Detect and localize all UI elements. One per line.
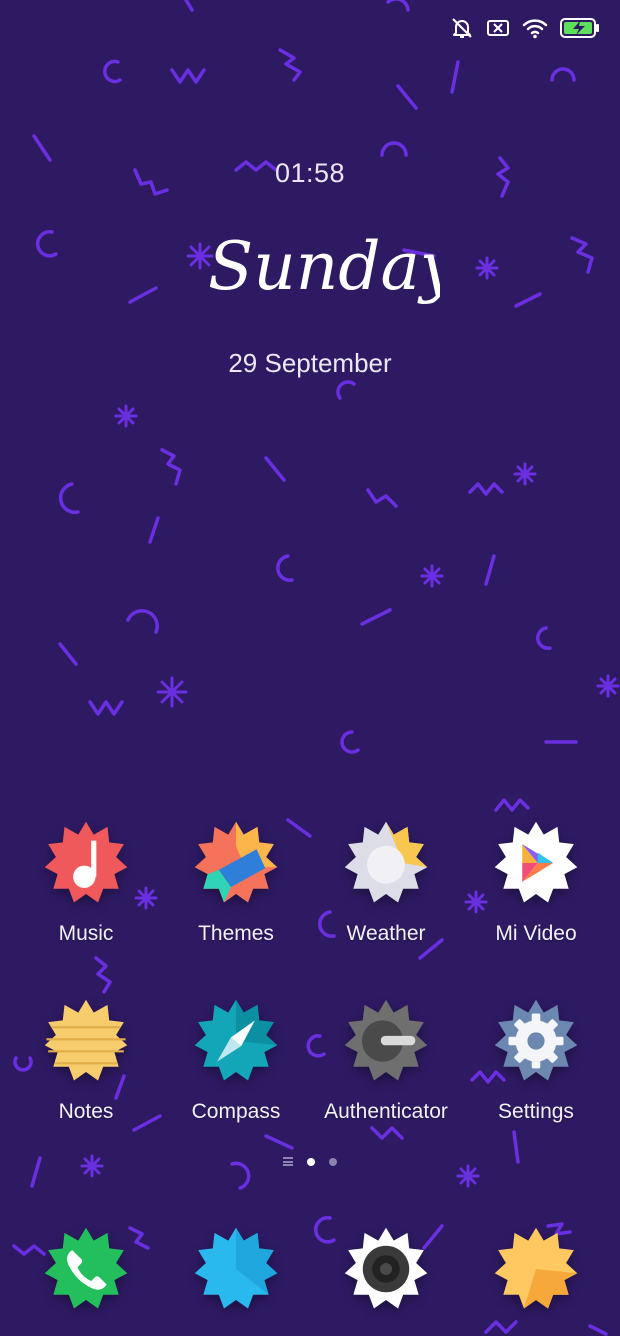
battery-charging-icon (560, 18, 599, 38)
app-label: Authenticator (324, 1100, 448, 1123)
wifi-icon (522, 19, 548, 39)
authenticator-icon (344, 999, 428, 1081)
dock-messaging[interactable] (161, 1226, 311, 1326)
mute-icon (452, 18, 472, 38)
music-icon (44, 821, 128, 903)
phone-icon (44, 1227, 128, 1309)
browser-icon (494, 1227, 578, 1309)
sim-off-icon (487, 20, 509, 36)
app-compass[interactable]: Compass (161, 998, 311, 1148)
app-weather[interactable]: Weather (311, 820, 461, 970)
compass-icon (194, 999, 278, 1081)
themes-icon (194, 821, 278, 903)
clock-date[interactable]: 29 September (0, 348, 620, 379)
app-label: Weather (346, 922, 426, 945)
app-label: Mi Video (495, 922, 577, 945)
app-drawer-indicator-icon[interactable] (283, 1157, 293, 1166)
app-authenticator[interactable]: Authenticator (311, 998, 461, 1148)
app-label: Themes (198, 922, 274, 945)
app-label: Settings (498, 1100, 574, 1123)
app-music[interactable]: Music (11, 820, 161, 970)
page-dot[interactable] (329, 1157, 337, 1166)
page-indicator[interactable] (0, 1157, 620, 1166)
notes-icon (44, 999, 128, 1081)
app-mi-video[interactable]: Mi Video (461, 820, 611, 970)
dock-browser[interactable] (461, 1226, 611, 1326)
app-settings[interactable]: Settings (461, 998, 611, 1148)
mi-video-icon (494, 821, 578, 903)
app-label: Music (58, 922, 114, 945)
dock-camera[interactable] (311, 1226, 461, 1326)
camera-icon (344, 1227, 428, 1309)
page-dot-active[interactable] (307, 1157, 315, 1166)
status-bar (450, 14, 600, 42)
dock-phone[interactable] (11, 1226, 161, 1326)
settings-icon (494, 999, 578, 1081)
svg-text:Sunday: Sunday (208, 228, 440, 305)
weather-icon (344, 821, 428, 903)
app-themes[interactable]: Themes (161, 820, 311, 970)
app-label: Compass (191, 1100, 281, 1123)
app-label: Notes (58, 1100, 114, 1123)
messaging-icon (194, 1227, 278, 1309)
day-script-text: Sunday (208, 228, 440, 305)
app-notes[interactable]: Notes (11, 998, 161, 1148)
clock-time[interactable]: 01:58 (0, 158, 620, 189)
